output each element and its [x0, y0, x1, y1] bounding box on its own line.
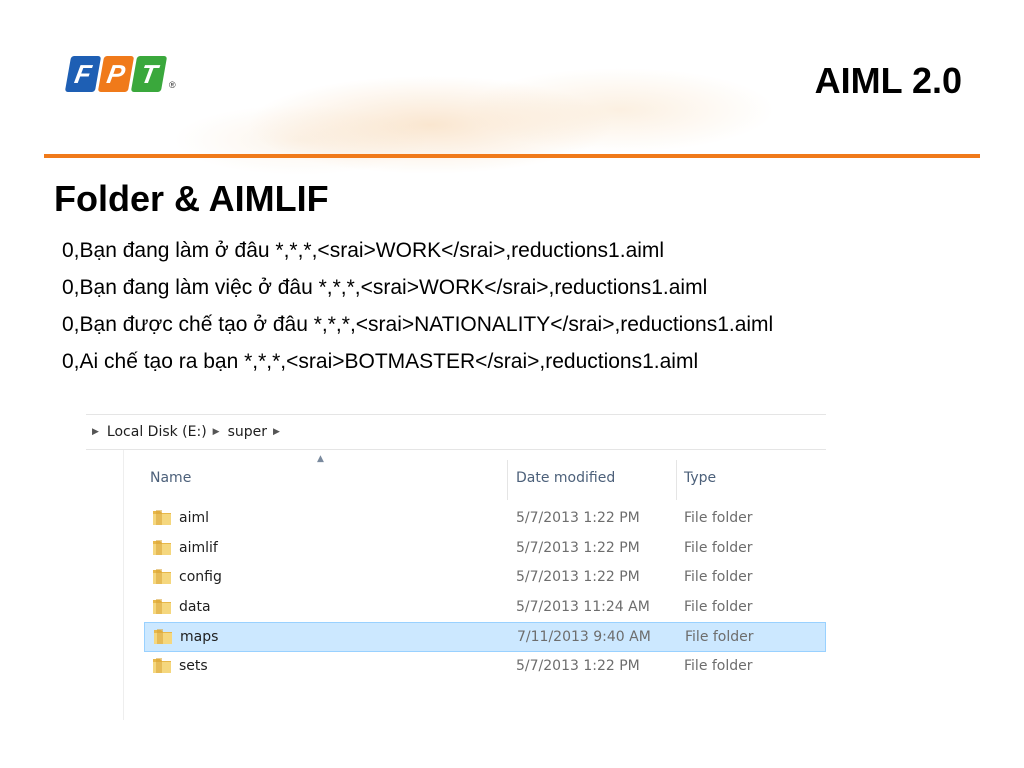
file-date-modified: 5/7/2013 1:22 PM: [516, 539, 640, 556]
file-type: File folder: [685, 629, 754, 645]
file-name: sets: [179, 657, 208, 674]
logo-letter-f: F: [64, 56, 102, 92]
sort-ascending-icon: ▲: [317, 454, 324, 464]
folder-icon: [152, 567, 172, 585]
file-type: File folder: [684, 598, 753, 615]
file-row-aimlif[interactable]: aimlif 5/7/2013 1:22 PM File folder: [140, 534, 826, 562]
address-bar[interactable]: ▶ Local Disk (E:) ▶ super ▶: [86, 414, 826, 450]
aimlif-lines: 0,Bạn đang làm ở đâu *,*,*,<srai>WORK</s…: [62, 236, 773, 384]
file-name: aimlif: [179, 539, 218, 556]
logo-letter-t: T: [130, 56, 168, 92]
file-type: File folder: [684, 510, 753, 526]
file-name: aiml: [179, 510, 209, 526]
aimlif-line: 0,Ai chế tạo ra bạn *,*,*,<srai>BOTMASTE…: [62, 350, 699, 373]
column-headers: ▲ Name Date modified Type: [86, 450, 826, 500]
column-header-name[interactable]: Name: [150, 470, 191, 486]
orange-divider: [44, 154, 980, 158]
aimlif-line: 0,Bạn đang làm việc ở đâu *,*,*,<srai>WO…: [62, 276, 708, 299]
file-name: maps: [180, 629, 219, 645]
file-row-aiml[interactable]: aiml 5/7/2013 1:22 PM File folder: [140, 504, 826, 532]
aimlif-line: 0,Bạn được chế tạo ở đâu *,*,*,<srai>NAT…: [62, 313, 774, 336]
chevron-right-icon[interactable]: ▶: [92, 427, 99, 437]
file-row-config[interactable]: config 5/7/2013 1:22 PM File folder: [140, 563, 826, 591]
registered-mark: ®: [169, 80, 176, 90]
logo-letter-p: P: [97, 56, 135, 92]
file-date-modified: 5/7/2013 1:22 PM: [516, 569, 640, 585]
file-row-maps[interactable]: maps 7/11/2013 9:40 AM File folder: [144, 622, 826, 652]
folder-icon: [153, 627, 173, 645]
file-type: File folder: [684, 657, 753, 674]
fpt-logo: F P T ®: [64, 52, 176, 92]
file-row-sets[interactable]: sets 5/7/2013 1:22 PM File folder: [140, 652, 826, 680]
breadcrumb-super[interactable]: super: [228, 424, 267, 440]
column-header-date[interactable]: Date modified: [516, 470, 615, 486]
column-separator[interactable]: [676, 460, 677, 500]
folder-icon: [152, 597, 172, 615]
file-date-modified: 5/7/2013 1:22 PM: [516, 657, 640, 674]
aimlif-line: 0,Bạn đang làm ở đâu *,*,*,<srai>WORK</s…: [62, 239, 665, 262]
folder-icon: [152, 656, 172, 674]
section-title: Folder & AIMLIF: [54, 178, 329, 219]
file-name: data: [179, 598, 211, 615]
file-type: File folder: [684, 539, 753, 556]
chevron-right-icon[interactable]: ▶: [273, 427, 280, 437]
file-type: File folder: [684, 569, 753, 585]
file-explorer-window: ▶ Local Disk (E:) ▶ super ▶ ▲ Name Date …: [86, 414, 826, 720]
file-date-modified: 5/7/2013 11:24 AM: [516, 598, 650, 615]
chevron-right-icon[interactable]: ▶: [213, 427, 220, 437]
file-date-modified: 7/11/2013 9:40 AM: [517, 629, 651, 645]
folder-icon: [152, 508, 172, 526]
column-separator[interactable]: [507, 460, 508, 500]
folder-icon: [152, 538, 172, 556]
file-row-data[interactable]: data 5/7/2013 11:24 AM File folder: [140, 593, 826, 621]
file-name: config: [179, 569, 222, 585]
file-date-modified: 5/7/2013 1:22 PM: [516, 510, 640, 526]
breadcrumb-local-disk[interactable]: Local Disk (E:): [107, 424, 207, 440]
slide-header-title: AIML 2.0: [814, 60, 962, 101]
column-header-type[interactable]: Type: [684, 470, 716, 486]
